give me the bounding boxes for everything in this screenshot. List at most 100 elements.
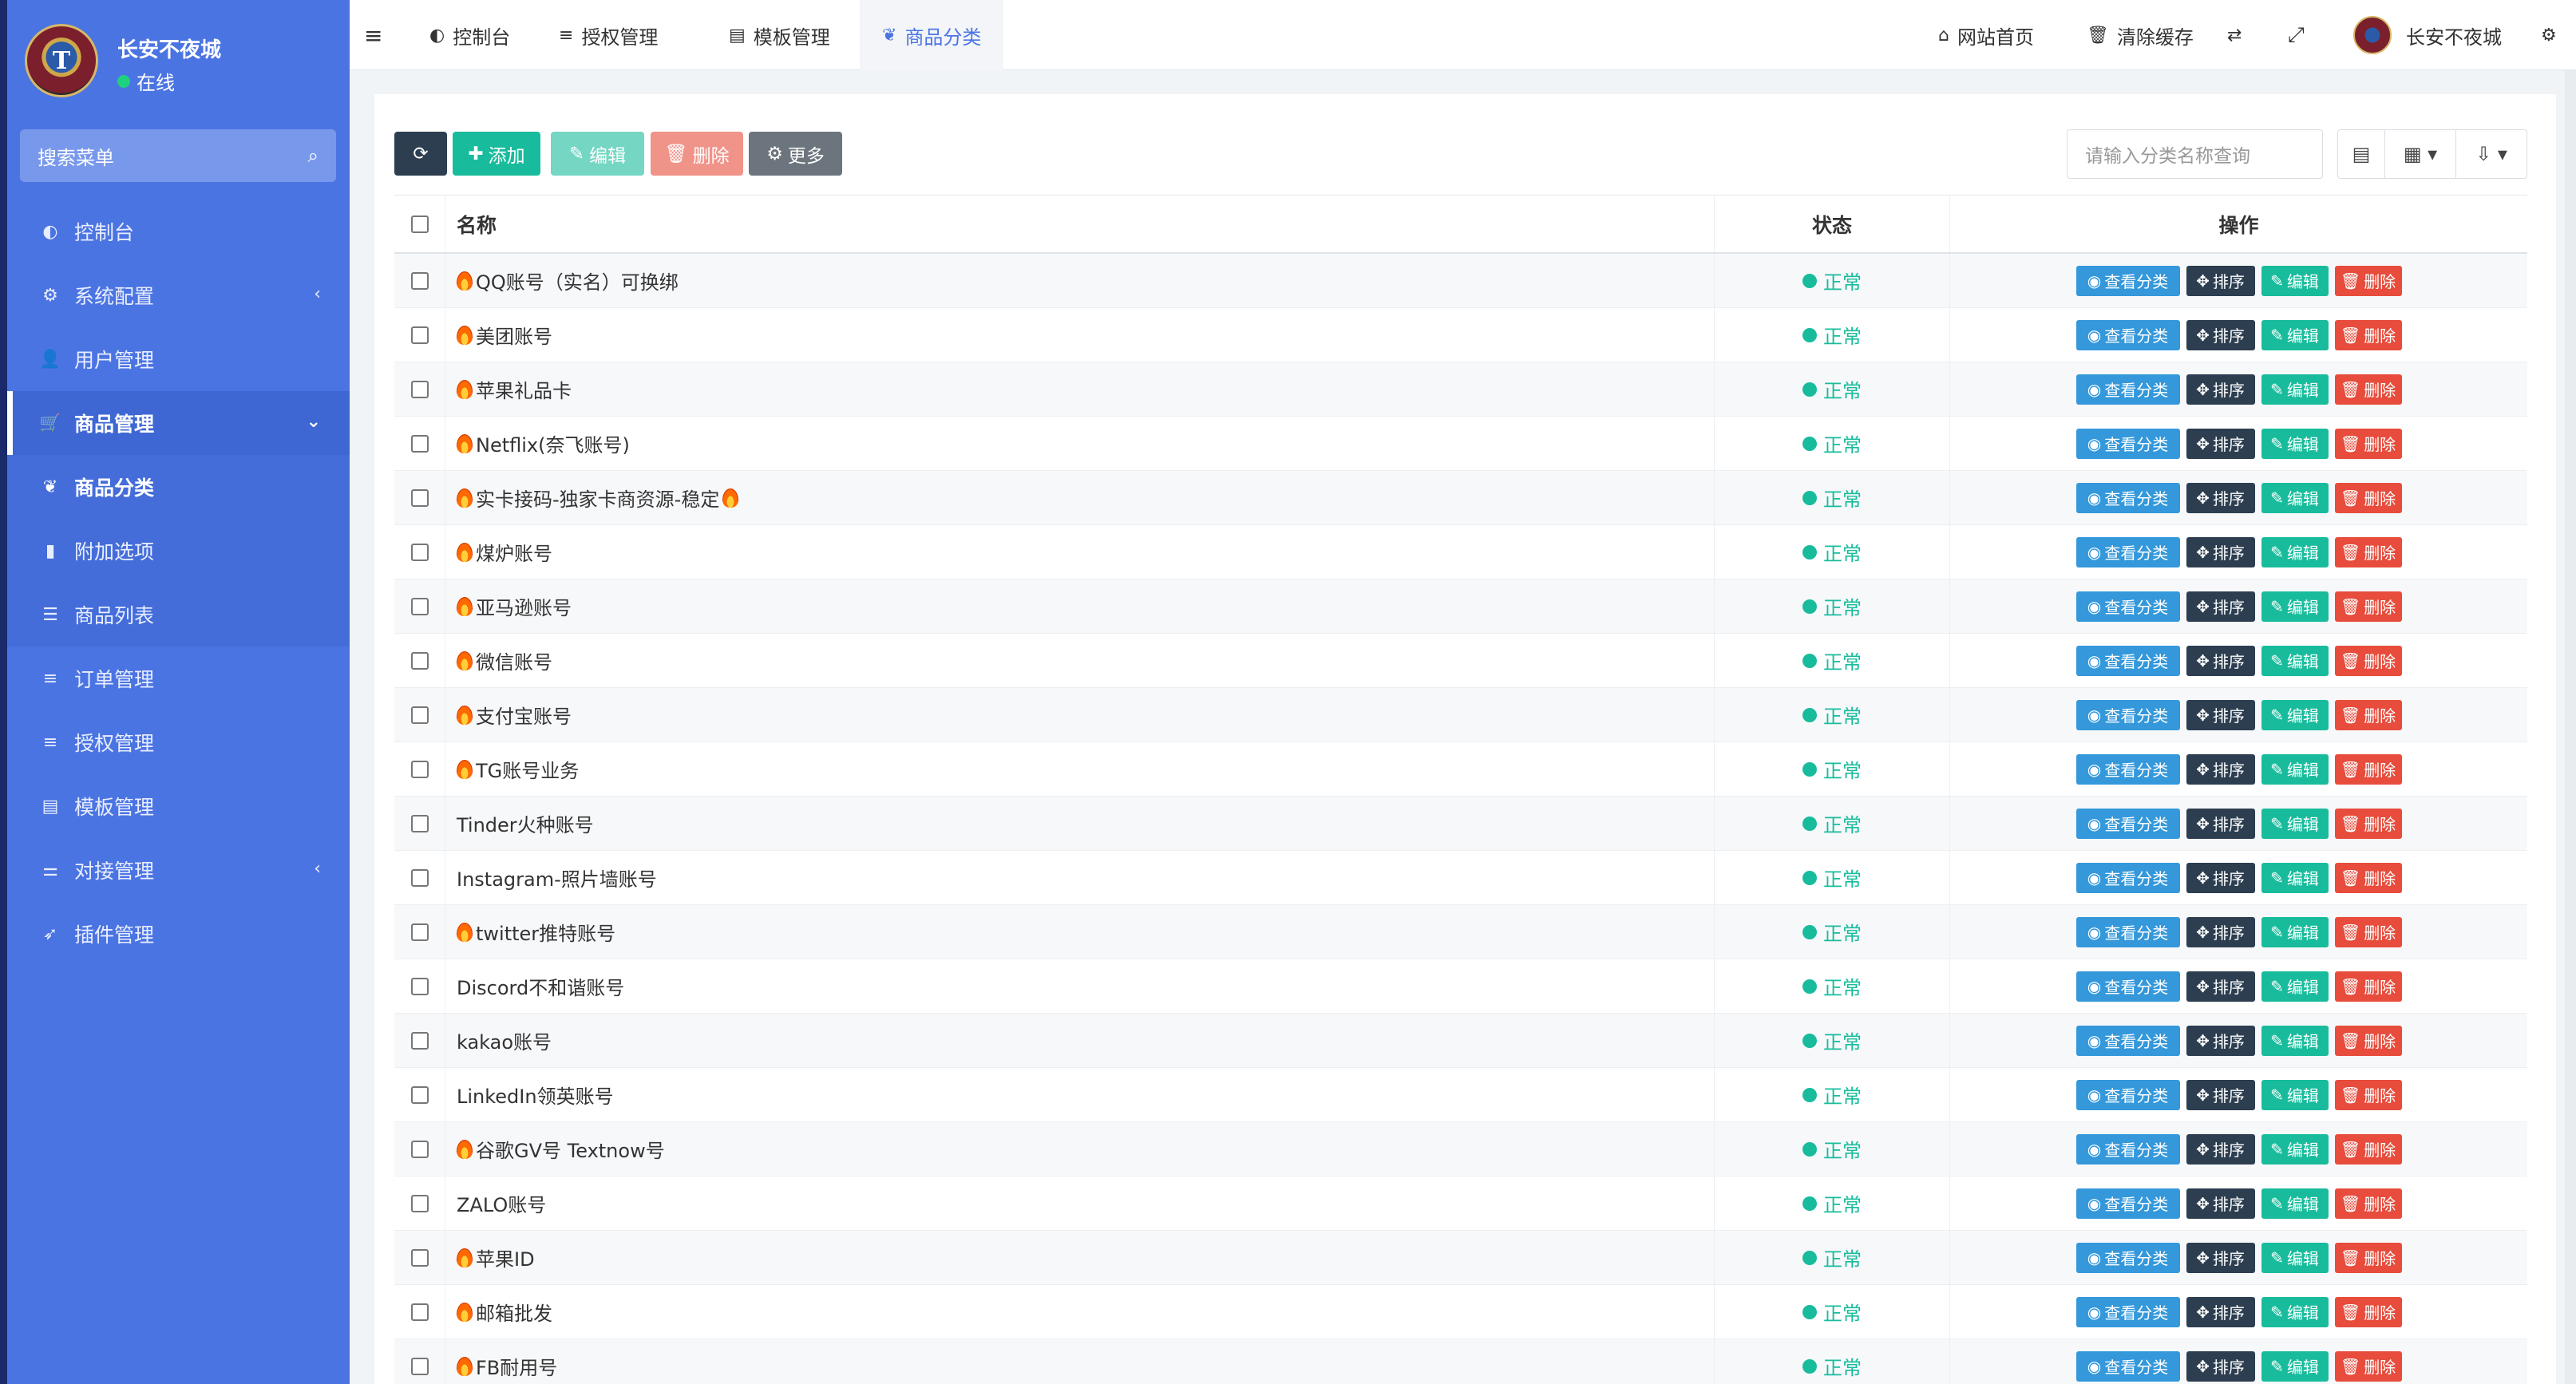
menu-search-input[interactable]: 搜索菜单 ⌕	[20, 129, 336, 182]
sidebar-item-5[interactable]: ▮ 附加选项	[7, 519, 350, 583]
view-category-button[interactable]: ◉ 查看分类	[2075, 862, 2180, 893]
sort-button[interactable]: ✥ 排序	[2186, 591, 2255, 622]
edit-row-button[interactable]: ✎ 编辑	[2261, 1296, 2329, 1327]
edit-row-button[interactable]: ✎ 编辑	[2261, 536, 2329, 567]
view-category-button[interactable]: ◉ 查看分类	[2075, 916, 2180, 947]
tab-category[interactable]: ❦ 商品分类	[860, 0, 1004, 70]
edit-row-button[interactable]: ✎ 编辑	[2261, 1350, 2329, 1382]
sidebar-item-8[interactable]: ≡ 授权管理	[7, 710, 350, 774]
clear-cache-button[interactable]: 🗑 清除缓存	[2087, 0, 2194, 70]
sidebar-item-4[interactable]: ❦ 商品分类	[7, 455, 350, 519]
edit-row-button[interactable]: ✎ 编辑	[2261, 808, 2329, 839]
sidebar-item-9[interactable]: ▤ 模板管理	[7, 774, 350, 838]
row-checkbox[interactable]	[410, 543, 429, 561]
view-category-button[interactable]: ◉ 查看分类	[2075, 808, 2180, 839]
delete-row-button[interactable]: 🗑 删除	[2334, 1079, 2402, 1110]
delete-row-button[interactable]: 🗑 删除	[2334, 1242, 2402, 1273]
sidebar-item-2[interactable]: 👤 用户管理	[7, 327, 350, 391]
delete-row-button[interactable]: 🗑 删除	[2334, 1025, 2402, 1056]
category-search-input[interactable]: 请输入分类名称查询	[2067, 129, 2323, 179]
sort-button[interactable]: ✥ 排序	[2186, 645, 2255, 676]
edit-row-button[interactable]: ✎ 编辑	[2261, 319, 2329, 350]
sidebar-item-6[interactable]: ☰ 商品列表	[7, 583, 350, 647]
refresh-button[interactable]: ⟳	[394, 132, 447, 176]
row-checkbox[interactable]	[410, 1140, 429, 1158]
sidebar-item-1[interactable]: ⚙ 系统配置 ‹	[7, 263, 350, 327]
view-category-button[interactable]: ◉ 查看分类	[2075, 428, 2180, 459]
row-checkbox[interactable]	[410, 1248, 429, 1267]
sort-button[interactable]: ✥ 排序	[2186, 916, 2255, 947]
view-category-button[interactable]: ◉ 查看分类	[2075, 699, 2180, 730]
view-category-button[interactable]: ◉ 查看分类	[2075, 374, 2180, 405]
edit-row-button[interactable]: ✎ 编辑	[2261, 971, 2329, 1002]
edit-row-button[interactable]: ✎ 编辑	[2261, 1025, 2329, 1056]
edit-button[interactable]: ✎ 编辑	[551, 132, 644, 176]
edit-row-button[interactable]: ✎ 编辑	[2261, 482, 2329, 513]
row-checkbox[interactable]	[410, 488, 429, 507]
edit-row-button[interactable]: ✎ 编辑	[2261, 1133, 2329, 1165]
search-icon[interactable]: ⌕	[308, 144, 319, 167]
view-category-button[interactable]: ◉ 查看分类	[2075, 265, 2180, 296]
tab-dashboard[interactable]: ◐ 控制台	[429, 0, 510, 70]
view-category-button[interactable]: ◉ 查看分类	[2075, 1188, 2180, 1219]
edit-row-button[interactable]: ✎ 编辑	[2261, 591, 2329, 622]
view-category-button[interactable]: ◉ 查看分类	[2075, 1079, 2180, 1110]
edit-row-button[interactable]: ✎ 编辑	[2261, 374, 2329, 405]
edit-row-button[interactable]: ✎ 编辑	[2261, 699, 2329, 730]
header-status[interactable]: 状态	[1715, 196, 1950, 252]
sort-button[interactable]: ✥ 排序	[2186, 1188, 2255, 1219]
header-name[interactable]: 名称	[445, 196, 1715, 252]
row-checkbox[interactable]	[410, 814, 429, 832]
user-menu[interactable]: 长安不夜城	[2353, 0, 2502, 70]
view-category-button[interactable]: ◉ 查看分类	[2075, 536, 2180, 567]
delete-row-button[interactable]: 🗑 删除	[2334, 482, 2402, 513]
delete-row-button[interactable]: 🗑 删除	[2334, 753, 2402, 785]
add-button[interactable]: ✚ 添加	[453, 132, 540, 176]
edit-row-button[interactable]: ✎ 编辑	[2261, 916, 2329, 947]
delete-row-button[interactable]: 🗑 删除	[2334, 699, 2402, 730]
settings-icon[interactable]: ⚙	[2541, 0, 2557, 70]
edit-row-button[interactable]: ✎ 编辑	[2261, 1188, 2329, 1219]
toggle-view-button[interactable]: ▤	[2337, 129, 2385, 179]
edit-row-button[interactable]: ✎ 编辑	[2261, 1079, 2329, 1110]
fullscreen-icon[interactable]: ⤢	[2288, 0, 2305, 70]
view-category-button[interactable]: ◉ 查看分类	[2075, 319, 2180, 350]
view-category-button[interactable]: ◉ 查看分类	[2075, 753, 2180, 785]
delete-row-button[interactable]: 🗑 删除	[2334, 808, 2402, 839]
row-checkbox[interactable]	[410, 271, 429, 290]
delete-row-button[interactable]: 🗑 删除	[2334, 1188, 2402, 1219]
sort-button[interactable]: ✥ 排序	[2186, 971, 2255, 1002]
sort-button[interactable]: ✥ 排序	[2186, 753, 2255, 785]
view-category-button[interactable]: ◉ 查看分类	[2075, 971, 2180, 1002]
row-checkbox[interactable]	[410, 923, 429, 941]
row-checkbox[interactable]	[410, 434, 429, 453]
export-dropdown[interactable]: ⇩ ▾	[2455, 129, 2527, 179]
delete-row-button[interactable]: 🗑 删除	[2334, 1296, 2402, 1327]
view-category-button[interactable]: ◉ 查看分类	[2075, 591, 2180, 622]
view-category-button[interactable]: ◉ 查看分类	[2075, 1242, 2180, 1273]
row-checkbox[interactable]	[410, 977, 429, 995]
row-checkbox[interactable]	[410, 1031, 429, 1050]
view-category-button[interactable]: ◉ 查看分类	[2075, 1025, 2180, 1056]
sidebar-item-3[interactable]: 🛒 商品管理 ⌄	[7, 391, 350, 455]
view-category-button[interactable]: ◉ 查看分类	[2075, 645, 2180, 676]
sidebar-item-7[interactable]: ≡ 订单管理	[7, 647, 350, 710]
delete-row-button[interactable]: 🗑 删除	[2334, 971, 2402, 1002]
row-checkbox[interactable]	[410, 380, 429, 398]
edit-row-button[interactable]: ✎ 编辑	[2261, 428, 2329, 459]
delete-row-button[interactable]: 🗑 删除	[2334, 265, 2402, 296]
sort-button[interactable]: ✥ 排序	[2186, 1025, 2255, 1056]
sort-button[interactable]: ✥ 排序	[2186, 319, 2255, 350]
view-category-button[interactable]: ◉ 查看分类	[2075, 1296, 2180, 1327]
language-icon[interactable]: ⇄	[2227, 0, 2242, 70]
row-checkbox[interactable]	[410, 1085, 429, 1104]
edit-row-button[interactable]: ✎ 编辑	[2261, 645, 2329, 676]
sort-button[interactable]: ✥ 排序	[2186, 482, 2255, 513]
sort-button[interactable]: ✥ 排序	[2186, 1296, 2255, 1327]
row-checkbox[interactable]	[410, 651, 429, 670]
row-checkbox[interactable]	[410, 1303, 429, 1321]
row-checkbox[interactable]	[410, 597, 429, 615]
sort-button[interactable]: ✥ 排序	[2186, 1133, 2255, 1165]
delete-row-button[interactable]: 🗑 删除	[2334, 862, 2402, 893]
row-checkbox[interactable]	[410, 326, 429, 344]
